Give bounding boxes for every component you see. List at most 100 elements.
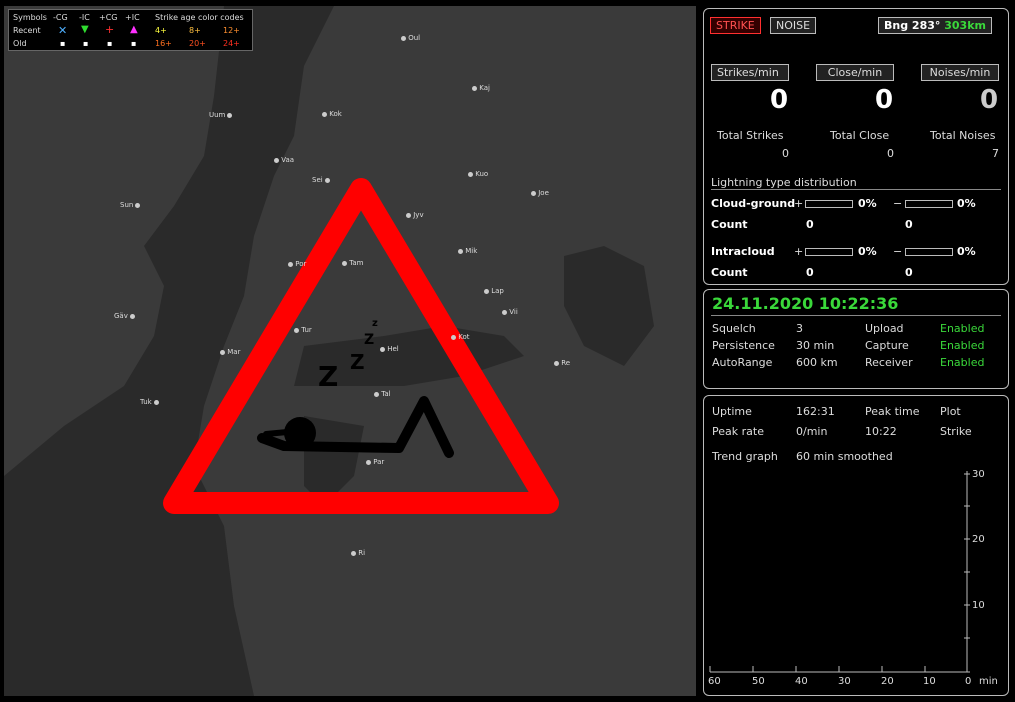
close-per-min-value: 0 bbox=[875, 85, 894, 115]
persistence-label: Persistence bbox=[712, 339, 775, 352]
x-tick-label: 10 bbox=[923, 676, 936, 687]
noise-button[interactable]: NOISE bbox=[770, 17, 817, 34]
map-legend: Symbols -CG -IC +CG +IC Strike age color… bbox=[8, 9, 253, 51]
x-unit-label: min bbox=[979, 676, 998, 687]
peak-time-label: Peak time bbox=[865, 405, 920, 418]
y-tick-label: 30 bbox=[972, 469, 985, 480]
legend-col-pos-cg: +CG bbox=[99, 13, 118, 22]
city-marker: Kok bbox=[320, 110, 342, 118]
divider bbox=[711, 189, 1001, 190]
city-marker: Jyv bbox=[404, 211, 424, 219]
uptime-label: Uptime bbox=[712, 405, 752, 418]
x-tick-label: 0 bbox=[965, 676, 972, 687]
sleep-z-medium: Z bbox=[350, 350, 365, 374]
capture-status: Enabled bbox=[940, 339, 985, 352]
divider bbox=[711, 315, 1001, 316]
city-marker: Mar bbox=[218, 348, 240, 356]
ic-plus-sign: + bbox=[794, 245, 804, 258]
city-marker: Ri bbox=[349, 549, 365, 557]
city-marker: Kot bbox=[449, 333, 470, 341]
age-code: 12+ bbox=[223, 26, 240, 35]
total-close-value: 0 bbox=[887, 147, 894, 160]
lightning-map[interactable]: Z Z Z z Oul Kaj Uum Kok Vaa Kuo Sei Joe … bbox=[4, 6, 696, 696]
datetime-display: 24.11.2020 10:22:36 bbox=[712, 294, 899, 313]
distribution-title: Lightning type distribution bbox=[711, 176, 857, 189]
cg-plus-sign: + bbox=[794, 197, 804, 210]
total-close-label: Total Close bbox=[830, 129, 890, 142]
legend-old-label: Old bbox=[13, 39, 27, 48]
strikes-per-min-value: 0 bbox=[770, 85, 789, 115]
total-noises-label: Total Noises bbox=[930, 129, 996, 142]
ic-positive-bar bbox=[805, 248, 853, 256]
squelch-value: 3 bbox=[796, 322, 803, 335]
sleep-z-tiny: z bbox=[372, 318, 378, 329]
cg-count-label: Count bbox=[711, 218, 748, 231]
city-marker: Tam bbox=[340, 259, 363, 267]
city-marker: Mik bbox=[456, 247, 477, 255]
city-marker: Vaa bbox=[272, 156, 294, 164]
total-noises-value: 7 bbox=[992, 147, 999, 160]
age-code: 20+ bbox=[189, 39, 206, 48]
city-marker: Gäv bbox=[114, 312, 135, 320]
x-tick-label: 40 bbox=[795, 676, 808, 687]
peak-rate-value: 0/min bbox=[796, 425, 828, 438]
cg-positive-percent: 0% bbox=[858, 197, 877, 210]
bearing-display: Bng 283° 303km bbox=[878, 17, 992, 34]
x-tick-label: 50 bbox=[752, 676, 765, 687]
x-tick-label: 60 bbox=[708, 676, 721, 687]
city-marker: Tal bbox=[372, 390, 391, 398]
y-tick-label: 20 bbox=[972, 534, 985, 545]
legend-col-neg-cg: -CG bbox=[53, 13, 68, 22]
trend-panel: Uptime 162:31 Peak time Plot Peak rate 0… bbox=[703, 395, 1009, 696]
plot-value[interactable]: Strike bbox=[940, 425, 972, 438]
status-panel: 24.11.2020 10:22:36 Squelch 3 Persistenc… bbox=[703, 289, 1009, 389]
sleep-z-small: Z bbox=[364, 332, 375, 348]
upload-label: Upload bbox=[865, 322, 904, 335]
ic-negative-percent: 0% bbox=[957, 245, 976, 258]
plot-label: Plot bbox=[940, 405, 961, 418]
city-marker: Sun bbox=[120, 201, 141, 209]
receiver-label: Receiver bbox=[865, 356, 913, 369]
sleep-z-large: Z bbox=[318, 360, 339, 393]
age-code: 8+ bbox=[189, 26, 201, 35]
legend-col-neg-ic: -IC bbox=[79, 13, 90, 22]
city-marker: Tur bbox=[292, 326, 312, 334]
peak-rate-label: Peak rate bbox=[712, 425, 764, 438]
noises-per-min-value: 0 bbox=[980, 85, 999, 115]
ic-positive-percent: 0% bbox=[858, 245, 877, 258]
city-marker: Tuk bbox=[140, 398, 159, 406]
city-marker: Uum bbox=[209, 111, 233, 119]
receiver-status: Enabled bbox=[940, 356, 985, 369]
old-dot-icon: ▪ bbox=[107, 39, 113, 48]
peak-time-value: 10:22 bbox=[865, 425, 897, 438]
squelch-label: Squelch bbox=[712, 322, 756, 335]
intracloud-label: Intracloud bbox=[711, 245, 775, 258]
close-per-min-button[interactable]: Close/min bbox=[816, 64, 894, 81]
strikes-per-min-button[interactable]: Strikes/min bbox=[711, 64, 789, 81]
age-code: 16+ bbox=[155, 39, 172, 48]
upload-status: Enabled bbox=[940, 322, 985, 335]
age-code: 4+ bbox=[155, 26, 167, 35]
city-marker: Por bbox=[286, 260, 306, 268]
city-marker: Sei bbox=[312, 176, 330, 184]
noises-per-min-button[interactable]: Noises/min bbox=[921, 64, 999, 81]
cg-minus-sign: − bbox=[893, 197, 903, 210]
pos-cg-plus-icon: + bbox=[105, 23, 115, 36]
neg-cg-cross-icon: ✕ bbox=[58, 24, 68, 37]
ic-minus-sign: − bbox=[893, 245, 903, 258]
city-marker: Lap bbox=[482, 287, 504, 295]
ic-count-label: Count bbox=[711, 266, 748, 279]
legend-recent-label: Recent bbox=[13, 26, 41, 35]
stats-panel: STRIKE NOISE Bng 283° 303km Strikes/min … bbox=[703, 8, 1009, 285]
capture-label: Capture bbox=[865, 339, 909, 352]
city-marker: Oul bbox=[399, 34, 420, 42]
strike-button[interactable]: STRIKE bbox=[710, 17, 761, 34]
bearing-distance: 303km bbox=[944, 19, 986, 32]
legend-age-title: Strike age color codes bbox=[155, 13, 244, 22]
y-tick-label: 10 bbox=[972, 600, 985, 611]
cg-positive-count: 0 bbox=[806, 218, 814, 231]
total-strikes-value: 0 bbox=[782, 147, 789, 160]
ic-negative-count: 0 bbox=[905, 266, 913, 279]
city-marker: Re bbox=[552, 359, 570, 367]
trend-graph-value: 60 min smoothed bbox=[796, 450, 893, 463]
